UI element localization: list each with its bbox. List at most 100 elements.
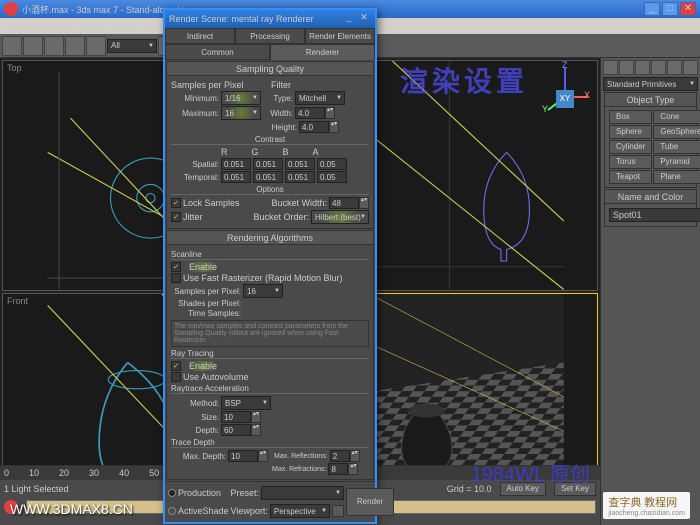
temporal-r[interactable] [221,171,251,183]
dialog-title: Render Scene: mental ray Renderer [169,14,314,24]
height-input[interactable] [299,121,329,133]
activeshade-label: ActiveShade [178,506,229,516]
spp-label: Samples per Pixel [171,80,269,90]
filter-type-dropdown[interactable]: Mitchell [295,91,345,105]
object-name-input[interactable] [609,208,700,222]
max-depth-input[interactable] [228,450,258,462]
axis-cube[interactable]: XY [556,90,574,108]
plane-button[interactable]: Plane [653,170,700,184]
spatial-label: Spatial: [171,160,219,169]
viewport-label: Front [7,296,28,306]
tab-processing[interactable]: Processing [235,28,305,44]
viewport-dropdown[interactable]: Perspective [270,504,330,518]
viewport-label: Top [7,63,22,73]
height-label: Height: [267,123,297,132]
tab-renderer[interactable]: Renderer [270,44,375,60]
bucket-order-dropdown[interactable]: Hilbert (best) [311,210,369,224]
size-input[interactable] [221,411,251,423]
motion-tab[interactable] [651,60,666,75]
dialog-close-button[interactable]: ✕ [357,12,371,26]
lock-samples-label: Lock Samples [183,198,240,208]
spatial-g[interactable] [253,158,283,170]
selection-status: 1 Light Selected [4,484,69,494]
raster-note: The min/max samples and contrast paramet… [171,320,369,347]
enable-label: Enable [183,262,223,272]
minimize-button[interactable]: _ [644,2,660,16]
render-scene-dialog: Render Scene: mental ray Renderer _ ✕ In… [163,8,377,524]
menu-views[interactable]: Views [112,21,136,31]
tube-button[interactable]: Tube [653,140,700,154]
toolbar-button[interactable] [65,36,85,56]
algo-title[interactable]: Rendering Algorithms [167,231,373,245]
toolbar-button[interactable] [44,36,64,56]
create-tab[interactable] [603,60,618,75]
cone-button[interactable]: Cone [653,110,700,124]
close-button[interactable]: ✕ [680,2,696,16]
spatial-b[interactable] [285,158,315,170]
tab-common[interactable]: Common [165,44,270,60]
bucket-width-input[interactable] [329,197,359,209]
menu-file[interactable]: File [4,21,19,31]
max-refl-input[interactable] [330,450,350,462]
temporal-g[interactable] [253,171,283,183]
maximize-button[interactable]: □ [662,2,678,16]
width-input[interactable] [295,107,325,119]
raytracing-label: Ray Tracing [171,349,369,359]
axis-z: Z [562,60,568,70]
activeshade-radio[interactable] [168,507,176,515]
hierarchy-tab[interactable] [635,60,650,75]
tab-elements[interactable]: Render Elements [305,28,375,44]
method-dropdown[interactable]: BSP [221,396,271,410]
autovolume-label: Use Autovolume [183,372,249,382]
lock-icon[interactable] [332,505,344,517]
display-tab[interactable] [667,60,682,75]
max-dropdown[interactable]: 16 [221,106,261,120]
width-label: Width: [263,109,293,118]
spatial-a[interactable] [317,158,347,170]
temporal-b[interactable] [285,171,315,183]
fast-raster-label: Use Fast Rasterizer (Rapid Motion Blur) [183,273,343,283]
menu-edit[interactable]: Edit [27,21,43,31]
dialog-min-button[interactable]: _ [342,12,356,26]
production-radio[interactable] [168,489,176,497]
utilities-tab[interactable] [683,60,698,75]
min-label: Minimum: [171,94,219,103]
teapot-button[interactable]: Teapot [609,170,652,184]
sphere-button[interactable]: Sphere [609,125,652,139]
sampling-title[interactable]: Sampling Quality [167,62,373,76]
toolbar-button[interactable] [2,36,22,56]
jitter-checkbox[interactable]: ✓ [171,212,181,222]
primitives-dropdown[interactable]: Standard Primitives [603,77,698,91]
enable-raytrace-checkbox[interactable]: ✓ [171,361,181,371]
tab-indirect[interactable]: Indirect Illumination [165,28,235,44]
max-label: Maximum: [171,109,219,118]
max-refr-input[interactable] [328,463,348,475]
enable-scanline-checkbox[interactable]: ✓ [171,262,181,272]
depth-input[interactable] [221,424,251,436]
fast-raster-checkbox[interactable] [171,273,181,283]
render-button[interactable]: Render [346,488,394,516]
torus-button[interactable]: Torus [609,155,652,169]
command-panel: Standard Primitives Object Type Box Cone… [600,58,700,525]
toolbar-button[interactable] [23,36,43,56]
lock-samples-checkbox[interactable]: ✓ [171,198,181,208]
axis-gizmo[interactable]: X Z Y XY [540,62,590,112]
object-type-title: Object Type [605,93,696,107]
temporal-a[interactable] [317,171,347,183]
algo-spp[interactable]: 16 [243,284,283,298]
menu-tools[interactable]: Tools [50,21,71,31]
watermark-site: 查字典 教程网 jiaocheng.chazidian.com [603,492,690,519]
box-button[interactable]: Box [609,110,652,124]
geosphere-button[interactable]: GeoSphere [653,125,700,139]
menu-group[interactable]: Group [79,21,104,31]
preset-dropdown[interactable] [261,486,344,500]
autovolume-checkbox[interactable] [171,372,181,382]
min-dropdown[interactable]: 1/16 [221,91,261,105]
cylinder-button[interactable]: Cylinder [609,140,652,154]
toolbar-button[interactable] [86,36,106,56]
bucket-order-label: Bucket Order: [253,212,309,222]
toolbar-dropdown[interactable]: All [107,39,157,53]
modify-tab[interactable] [619,60,634,75]
pyramid-button[interactable]: Pyramid [653,155,700,169]
spatial-r[interactable] [221,158,251,170]
